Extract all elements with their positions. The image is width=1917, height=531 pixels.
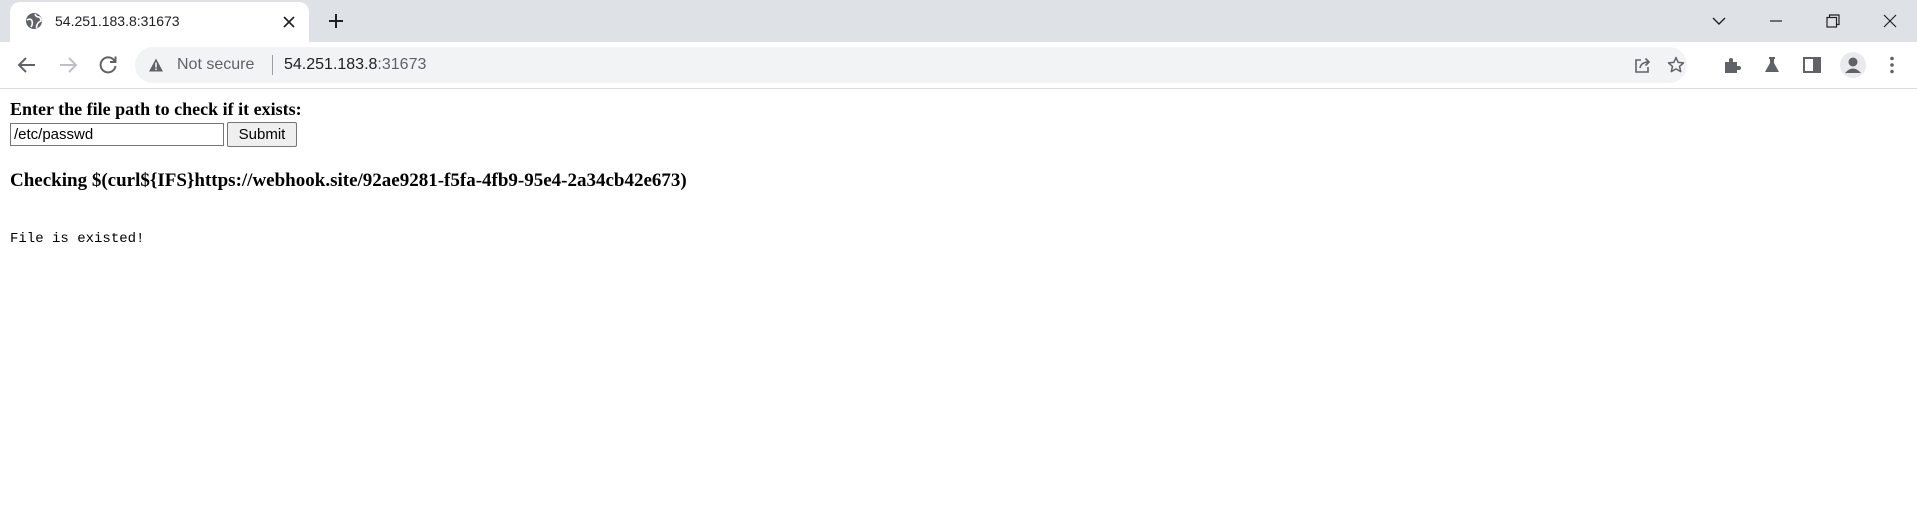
file-path-input[interactable] bbox=[10, 123, 224, 146]
close-icon[interactable] bbox=[282, 15, 296, 29]
address-divider bbox=[272, 55, 273, 75]
file-path-prompt: Enter the file path to check if it exist… bbox=[10, 99, 302, 119]
result-output: File is existed! bbox=[10, 231, 145, 247]
share-icon[interactable] bbox=[1634, 56, 1652, 74]
tab-title: 54.251.183.8:31673 bbox=[55, 13, 180, 29]
back-arrow-icon[interactable] bbox=[15, 53, 39, 77]
checking-heading: Checking $(curl${IFS}https://webhook.sit… bbox=[10, 170, 687, 191]
restore-icon[interactable] bbox=[1820, 8, 1846, 34]
minimize-icon[interactable] bbox=[1763, 8, 1789, 34]
tab-search-icon[interactable] bbox=[1706, 8, 1732, 34]
url-port: :31673 bbox=[377, 56, 427, 73]
security-label[interactable]: Not secure bbox=[177, 56, 254, 74]
tab-strip: 54.251.183.8:31673 bbox=[0, 0, 1917, 42]
new-tab-icon[interactable] bbox=[326, 11, 346, 31]
page-content: Enter the file path to check if it exist… bbox=[0, 89, 1917, 531]
submit-button[interactable]: Submit bbox=[227, 122, 297, 147]
address-bar[interactable]: Not secure 54.251.183.8:31673 bbox=[135, 47, 1687, 83]
url-text[interactable]: 54.251.183.8:31673 bbox=[284, 56, 426, 74]
profile-icon[interactable] bbox=[1840, 52, 1866, 78]
url-host: 54.251.183.8 bbox=[284, 56, 378, 73]
globe-icon bbox=[25, 12, 43, 30]
kebab-menu-icon[interactable] bbox=[1881, 54, 1903, 76]
browser-tab[interactable]: 54.251.183.8:31673 bbox=[10, 2, 309, 42]
star-icon[interactable] bbox=[1667, 56, 1685, 74]
browser-toolbar: Not secure 54.251.183.8:31673 bbox=[0, 42, 1917, 89]
warning-icon[interactable] bbox=[148, 57, 164, 73]
side-panel-icon[interactable] bbox=[1801, 54, 1823, 76]
forward-arrow-icon[interactable] bbox=[56, 53, 80, 77]
puzzle-icon[interactable] bbox=[1721, 54, 1743, 76]
flask-icon[interactable] bbox=[1761, 54, 1783, 76]
close-window-icon[interactable] bbox=[1877, 8, 1903, 34]
reload-icon[interactable] bbox=[96, 53, 120, 77]
